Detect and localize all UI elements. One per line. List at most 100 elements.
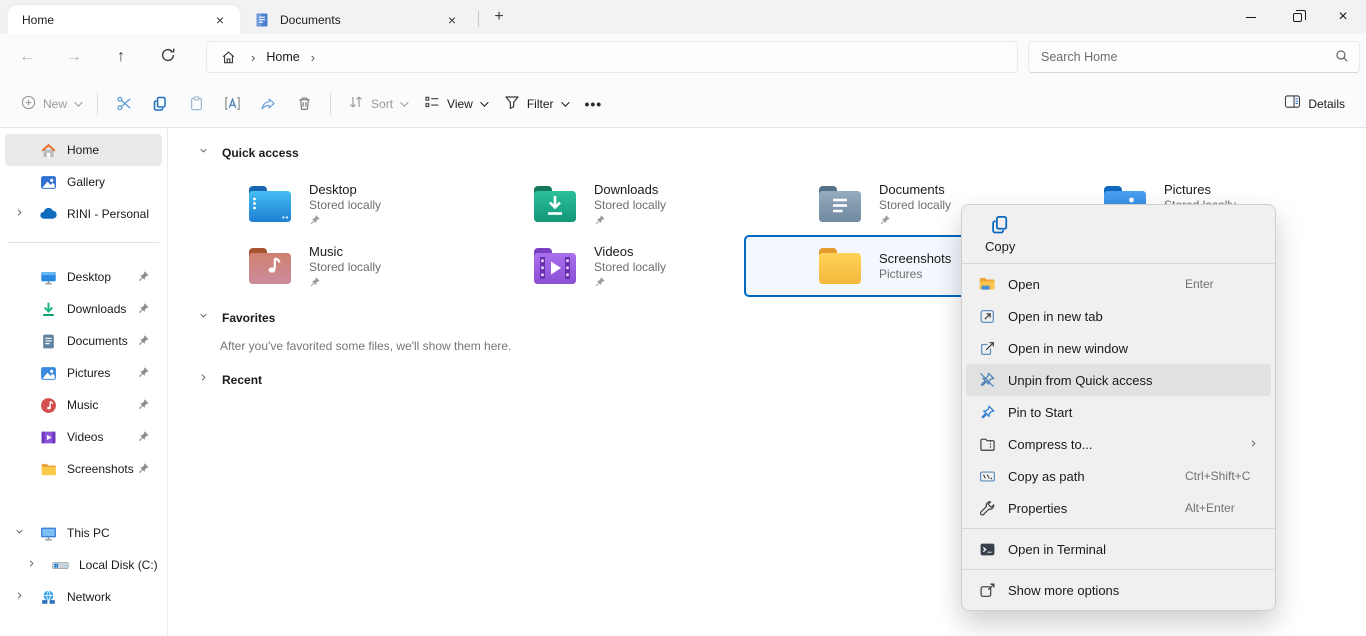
new-tab-button[interactable]: + — [485, 3, 513, 31]
sidebar-item-documents[interactable]: Documents — [5, 325, 162, 357]
sidebar-item-music[interactable]: Music — [5, 389, 162, 421]
search-input[interactable] — [1041, 50, 1335, 64]
menu-item-pin-to-start[interactable]: Pin to Start — [966, 396, 1271, 428]
sidebar-item-screenshots[interactable]: Screenshots — [5, 453, 162, 485]
thispc-icon — [39, 524, 57, 542]
breadcrumb-home[interactable]: Home — [266, 50, 299, 64]
tile-videos[interactable]: VideosStored locally — [459, 235, 744, 297]
filter-button-label: Filter — [527, 97, 554, 111]
sort-button[interactable]: Sort — [339, 87, 415, 121]
up-button[interactable]: ↑ — [104, 41, 138, 73]
breadcrumb[interactable]: › Home › — [206, 41, 1018, 73]
quick-action-label: Copy — [985, 239, 1275, 254]
new-button[interactable]: New — [12, 87, 89, 121]
pin-icon — [137, 302, 150, 318]
sidebar-item-desktop[interactable]: Desktop — [5, 261, 162, 293]
sidebar-item-home[interactable]: Home — [5, 134, 162, 166]
menu-item-open-in-new-window[interactable]: Open in new window — [966, 332, 1271, 364]
folder-icon — [39, 460, 57, 478]
chevron-right-icon[interactable] — [15, 208, 31, 220]
maximize-restore-button[interactable] — [1274, 0, 1320, 34]
menu-item-copy-as-path[interactable]: Copy as pathCtrl+Shift+C — [966, 460, 1271, 492]
tab-divider — [478, 11, 479, 27]
onedrive-icon — [39, 205, 57, 223]
sidebar-item-pictures[interactable]: Pictures — [5, 357, 162, 389]
menu-item-label: Compress to... — [1008, 437, 1259, 452]
sidebar-item-label: RINI - Personal — [67, 207, 149, 221]
sidebar-item-downloads[interactable]: Downloads — [5, 293, 162, 325]
sidebar-item-rini-personal[interactable]: RINI - Personal — [5, 198, 162, 230]
home-icon[interactable] — [221, 50, 236, 65]
sidebar-item-label: Downloads — [67, 302, 126, 316]
pin-icon — [137, 430, 150, 446]
tab-home[interactable]: Home× — [8, 5, 240, 34]
downloads-folder-icon — [533, 185, 577, 223]
minimize-icon — [1246, 17, 1256, 18]
tile-name: Music — [309, 245, 381, 259]
menu-item-open-in-new-tab[interactable]: Open in new tab — [966, 300, 1271, 332]
menu-item-open[interactable]: OpenEnter — [966, 268, 1271, 300]
sidebar-item-videos[interactable]: Videos — [5, 421, 162, 453]
view-button[interactable]: View — [415, 87, 495, 121]
more-options-button[interactable]: ••• — [576, 87, 612, 121]
tile-text: DocumentsStored locally — [879, 183, 951, 226]
filter-icon — [504, 94, 520, 113]
forward-button[interactable]: → — [57, 41, 91, 73]
details-button[interactable]: Details — [1274, 87, 1354, 121]
tile-subtitle: Stored locally — [309, 260, 381, 274]
sidebar-item-network[interactable]: Network — [5, 581, 162, 613]
sidebar-item-this-pc[interactable]: This PC — [5, 517, 162, 549]
filter-button[interactable]: Filter — [495, 87, 576, 121]
sidebar-item-gallery[interactable]: Gallery — [5, 166, 162, 198]
close-button[interactable]: × — [1320, 0, 1366, 34]
menu-separator — [962, 569, 1275, 570]
menu-item-compress-to[interactable]: Compress to... — [966, 428, 1271, 460]
sidebar-item-local-disk-c[interactable]: Local Disk (C:) — [5, 549, 162, 581]
paste-button[interactable] — [178, 87, 214, 121]
menu-item-label: Open in new window — [1008, 341, 1259, 356]
favorites-title: Favorites — [222, 311, 275, 325]
menu-item-show-more-options[interactable]: Show more options — [966, 574, 1271, 606]
chevron-down-icon[interactable] — [15, 527, 31, 539]
chevron-right-icon[interactable] — [27, 559, 43, 571]
menu-item-unpin-from-quick-access[interactable]: Unpin from Quick access — [966, 364, 1271, 396]
context-quick-copy-button[interactable]: Copy — [962, 205, 1275, 259]
menu-separator — [962, 528, 1275, 529]
tile-desktop[interactable]: DesktopStored locally — [174, 173, 459, 235]
tab-documents[interactable]: Documents× — [240, 5, 472, 34]
share-button[interactable] — [250, 87, 286, 121]
quick-access-section-header[interactable]: Quick access — [168, 138, 1366, 168]
delete-button[interactable] — [286, 87, 322, 121]
menu-item-properties[interactable]: PropertiesAlt+Enter — [966, 492, 1271, 524]
pin-icon — [879, 214, 951, 226]
search-box[interactable] — [1028, 41, 1360, 73]
pin-icon — [137, 366, 150, 382]
desktop-folder-icon — [248, 185, 292, 223]
tile-text: MusicStored locally — [309, 245, 381, 288]
menu-item-label: Show more options — [1008, 583, 1259, 598]
recent-title: Recent — [222, 373, 262, 387]
videos-folder-icon — [533, 247, 577, 285]
copy-button[interactable] — [142, 87, 178, 121]
tab-close-button[interactable]: × — [208, 8, 232, 32]
tile-music[interactable]: MusicStored locally — [174, 235, 459, 297]
window-controls: × — [1228, 0, 1366, 34]
menu-item-shortcut: Enter — [1185, 277, 1259, 291]
tab-label: Documents — [280, 13, 440, 27]
refresh-button[interactable] — [151, 41, 185, 73]
tile-subtitle: Stored locally — [309, 198, 381, 212]
pin-icon — [978, 403, 996, 421]
sidebar-item-label: Pictures — [67, 366, 110, 380]
cut-button[interactable] — [106, 87, 142, 121]
back-button[interactable]: ← — [10, 41, 44, 73]
pin-icon — [137, 334, 150, 350]
network-icon — [39, 588, 57, 606]
sidebar-item-label: Screenshots — [67, 462, 134, 476]
minimize-button[interactable] — [1228, 0, 1274, 34]
tab-close-button[interactable]: × — [440, 8, 464, 32]
menu-item-open-in-terminal[interactable]: Open in Terminal — [966, 533, 1271, 565]
tile-downloads[interactable]: DownloadsStored locally — [459, 173, 744, 235]
rename-button[interactable] — [214, 87, 250, 121]
chevron-right-icon[interactable] — [15, 591, 31, 603]
tile-subtitle: Stored locally — [594, 198, 666, 212]
